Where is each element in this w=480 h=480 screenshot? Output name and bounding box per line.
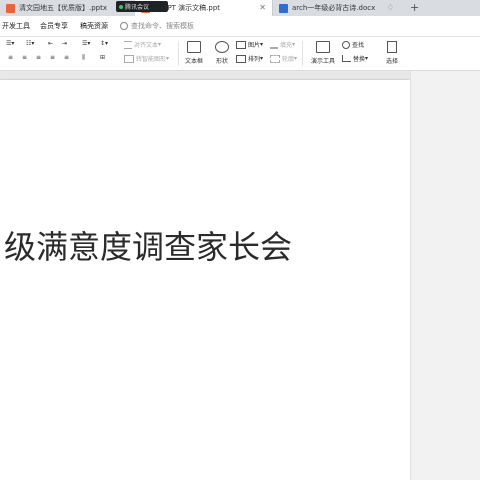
align-text-label: 对齐文本 [134, 42, 159, 49]
find-icon [342, 40, 350, 49]
pin-icon[interactable]: ♢ [387, 3, 394, 12]
fill-button[interactable]: 填充 ▾ [270, 40, 295, 49]
search-placeholder: 查找命令、搜索模板 [131, 22, 194, 30]
arrange-icon [236, 54, 246, 63]
replace-label: 替换 [353, 56, 366, 63]
align-text-icon [124, 40, 132, 49]
recording-dot-icon [119, 4, 123, 9]
meeting-recording-bar[interactable]: 腾讯会议 [116, 1, 168, 12]
paragraph-icon[interactable]: ⊞ [100, 54, 105, 61]
new-tab-button[interactable]: + [410, 1, 419, 14]
divider [178, 41, 179, 66]
textbox-button[interactable]: 文本框 [180, 39, 208, 67]
shape-icon [215, 41, 229, 53]
outline-button[interactable]: 轮廓 ▾ [270, 54, 297, 63]
column-icon[interactable]: ⫼ [82, 54, 85, 62]
outline-label: 轮廓 [282, 56, 295, 63]
tab-bar: 清文园地五【优质版】.pptx ✕ 稿 PPT 演示文稿.ppt ✕ arch一… [0, 0, 480, 16]
shape-button[interactable]: 形状 [208, 39, 236, 67]
slide-title[interactable]: 级满意度调查家长会 [4, 222, 292, 268]
align-text-button[interactable]: 对齐文本 ▾ [124, 40, 161, 49]
tab-docx-file[interactable]: arch一年级必背古诗.docx ♢ [272, 0, 400, 16]
close-icon[interactable]: ✕ [259, 3, 266, 12]
align-right-icon[interactable]: ≡ [36, 54, 41, 61]
search-icon [120, 22, 128, 30]
indent-decrease-icon[interactable]: ⇤ [48, 40, 53, 47]
select-button[interactable]: 选择 [378, 39, 406, 67]
justify-icon[interactable]: ≡ [50, 54, 55, 61]
shape-label: 形状 [215, 58, 228, 65]
select-label: 选择 [385, 58, 398, 65]
bullet-list-icon[interactable]: ☰▾ [6, 40, 14, 47]
fill-label: 填充 [280, 42, 293, 49]
presentation-tools-button[interactable]: 演示工具 [306, 39, 340, 67]
text-direction-icon[interactable]: ↕▾ [100, 40, 108, 47]
textbox-icon [187, 41, 201, 53]
arrange-label: 排列 [248, 56, 261, 63]
find-label: 查找 [352, 42, 365, 49]
tab-label: 清文园地五【优质版】.pptx [19, 4, 107, 12]
picture-button[interactable]: 图片 ▾ [236, 40, 263, 49]
ribbon-toolbar: ☰▾ ☷▾ ⇤ ⇥ ☰▾ ↕▾ 对齐文本 ▾ ≡ ≡ ≡ ≡ ≡ ⫼ ⊞ 转智能图… [0, 37, 480, 71]
command-search[interactable]: 查找命令、搜索模板 [120, 21, 194, 31]
tab-label: arch一年级必背古诗.docx [292, 4, 376, 12]
side-panel [410, 71, 480, 480]
picture-icon [236, 40, 246, 49]
menu-member[interactable]: 会员专享 [40, 21, 68, 31]
menu-bar: 开发工具 会员专享 稿壳资源 查找命令、搜索模板 [0, 16, 480, 37]
cursor-icon [387, 41, 397, 53]
align-left-icon[interactable]: ≡ [8, 54, 13, 61]
presentation-icon [316, 41, 330, 53]
indent-increase-icon[interactable]: ⇥ [62, 40, 67, 47]
find-button[interactable]: 查找 [342, 40, 364, 49]
line-spacing-icon[interactable]: ☰▾ [82, 40, 90, 47]
tab-pptx-file[interactable]: 清文园地五【优质版】.pptx ✕ [0, 0, 135, 16]
replace-button[interactable]: 替换 ▾ [342, 54, 368, 63]
word-file-icon [279, 3, 288, 13]
recording-label: 腾讯会议 [125, 4, 150, 11]
arrange-button[interactable]: 排列 ▾ [236, 54, 263, 63]
smart-graphic-icon [124, 54, 134, 63]
numbered-list-icon[interactable]: ☷▾ [26, 40, 34, 47]
replace-icon [342, 55, 351, 62]
textbox-label: 文本框 [184, 58, 203, 65]
align-center-icon[interactable]: ≡ [22, 54, 27, 61]
fill-icon [270, 41, 278, 49]
slide[interactable]: 级满意度调查家长会 [0, 80, 410, 480]
smart-graphic-label: 转智能图形 [136, 56, 167, 63]
divider [302, 41, 303, 66]
presentation-tools-label: 演示工具 [310, 58, 335, 65]
ppt-file-icon [6, 3, 15, 13]
smart-graphic-button[interactable]: 转智能图形 ▾ [124, 54, 169, 63]
menu-dev-tools[interactable]: 开发工具 [2, 21, 30, 31]
menu-resources[interactable]: 稿壳资源 [80, 21, 108, 31]
outline-icon [270, 54, 280, 63]
distribute-icon[interactable]: ≡ [64, 54, 69, 61]
picture-label: 图片 [248, 42, 261, 49]
